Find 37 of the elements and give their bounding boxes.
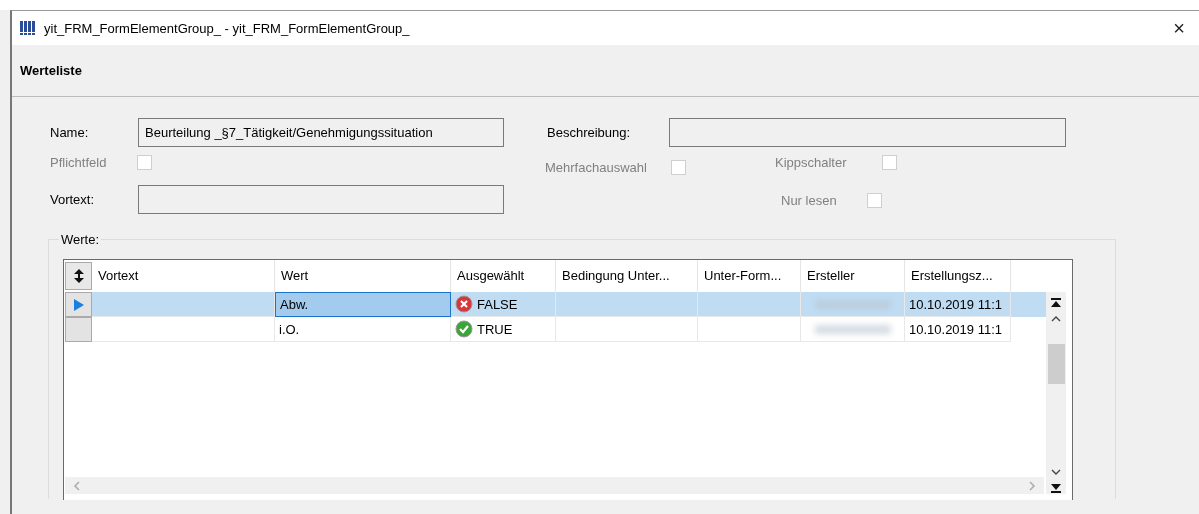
field-label: Beschreibung: — [547, 125, 632, 140]
name-field[interactable]: Beurteilung _§7_Tätigkeit/Genehmigungssituation — [138, 118, 504, 147]
close-button[interactable]: × — [1159, 13, 1199, 43]
cross-icon — [455, 295, 473, 313]
table-row[interactable]: Abw. FALSE 10.10.2019 11:1 — [65, 292, 1046, 317]
scroll-right-icon — [1028, 480, 1036, 491]
checkbox-label: Pflichtfeld — [50, 155, 108, 170]
table-cell[interactable]: Abw. — [275, 292, 451, 317]
vortext-field[interactable] — [138, 185, 504, 214]
sort-icon — [73, 269, 84, 283]
table-row[interactable]: i.O. TRUE 10.10.2019 11:1 — [65, 317, 1046, 342]
scroll-to-bottom-icon[interactable] — [1050, 482, 1062, 494]
scrollbar-thumb[interactable] — [1047, 344, 1065, 384]
table-cell: FALSE — [477, 296, 518, 312]
table-cell: TRUE — [477, 321, 513, 337]
horizontal-scrollbar[interactable] — [65, 477, 1044, 494]
scroll-up-icon[interactable] — [1050, 314, 1062, 324]
sort-button[interactable] — [65, 262, 92, 290]
description-field[interactable] — [669, 118, 1066, 147]
app-icon — [20, 21, 36, 35]
table-cell[interactable]: i.O. — [275, 317, 451, 342]
checkbox-label: Kippschalter — [775, 155, 848, 170]
section-title: Werteliste — [20, 63, 82, 78]
table-cell: 10.10.2019 11:1 — [905, 292, 1011, 317]
checkbox-label: Nur lesen — [781, 193, 838, 208]
current-row-icon — [73, 298, 84, 311]
scroll-to-top-icon[interactable] — [1050, 297, 1062, 309]
scroll-down-icon[interactable] — [1050, 467, 1062, 477]
field-label: Vortext: — [50, 192, 96, 207]
check-icon — [455, 320, 473, 338]
scroll-left-icon — [73, 480, 81, 491]
field-label: Name: — [50, 125, 90, 140]
vertical-scrollbar[interactable] — [1046, 292, 1066, 494]
checkbox-label: Mehrfachauswahl — [545, 160, 648, 175]
table-cell: 10.10.2019 11:1 — [905, 317, 1011, 342]
window-title: yit_FRM_FormElementGroup_ - yit_FRM_FormElementGroup_ — [44, 20, 410, 36]
group-legend: Werte: — [59, 232, 102, 247]
